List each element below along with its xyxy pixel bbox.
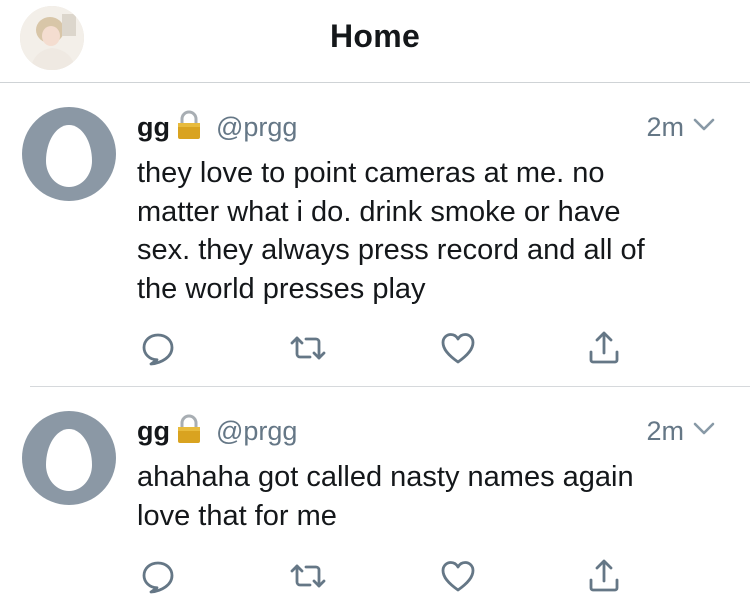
reply-button[interactable] [138,328,178,368]
egg-shape [46,429,92,491]
display-name[interactable]: gg [137,416,170,447]
chevron-down-icon[interactable] [692,421,716,442]
tweet-meta: 2m [646,110,716,144]
lock-icon [174,110,204,145]
tweet-actions [138,328,619,368]
retweet-icon [290,564,326,588]
user-handle[interactable]: @prgg [216,416,297,447]
timestamp: 2m [646,111,684,142]
tweet-author-row: gg @prgg [137,414,297,448]
default-egg-avatar[interactable] [22,411,116,505]
heart-icon [441,561,475,592]
reply-icon [142,333,174,366]
timestamp: 2m [646,415,684,446]
lock-icon [174,414,204,449]
tweet-text: ahahaha got called nasty names again lov… [137,461,634,532]
default-egg-avatar[interactable] [22,107,116,201]
display-name[interactable]: gg [137,112,170,143]
retweet-button[interactable] [288,556,328,596]
egg-shape [46,125,92,187]
tweet-divider [30,386,750,387]
like-button[interactable] [438,556,478,596]
retweet-button[interactable] [288,328,328,368]
share-icon [589,331,619,364]
chevron-down-icon[interactable] [692,117,716,138]
tweet-meta: 2m [646,414,716,448]
share-button[interactable] [584,556,624,596]
tweet-actions [138,556,619,596]
tweet-text: they love to point cameras at me. no mat… [137,157,645,305]
share-button[interactable] [584,328,624,368]
reply-icon [142,561,174,594]
reply-button[interactable] [138,556,178,596]
like-button[interactable] [438,328,478,368]
heart-icon [441,333,475,364]
tweet-author-row: gg @prgg [137,110,297,144]
share-icon [589,559,619,592]
user-handle[interactable]: @prgg [216,112,297,143]
tweet[interactable]: gg @prgg 2m they love to point cameras a… [0,84,750,388]
tweet[interactable]: gg @prgg 2m ahahaha got called nasty nam… [0,388,750,613]
retweet-icon [290,336,326,360]
page-title: Home [329,18,421,54]
top-nav-bar: Home [0,0,750,83]
